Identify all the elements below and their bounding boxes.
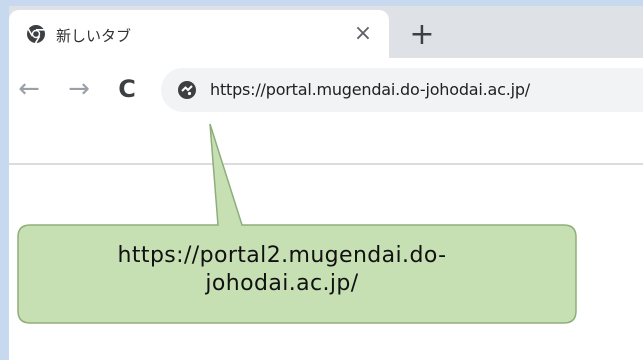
tab-new-tab[interactable]: 新しいタブ × [9, 10, 389, 58]
tab-close-button[interactable]: × [350, 20, 376, 46]
tab-strip: 新しいタブ × + [9, 6, 643, 58]
site-info-icon[interactable] [177, 80, 197, 100]
address-bar[interactable]: https://portal.mugendai.do-johodai.ac.jp… [161, 68, 643, 112]
chrome-icon [27, 25, 45, 44]
reload-button[interactable]: C [112, 74, 142, 104]
callout-line-2: johodai.ac.jp/ [205, 271, 359, 296]
forward-button[interactable]: → [64, 74, 94, 104]
url-text: https://portal.mugendai.do-johodai.ac.jp… [210, 80, 530, 99]
back-button[interactable]: ← [14, 74, 44, 104]
callout-line-1: https://portal2.mugendai.do- [117, 243, 447, 268]
browser-toolbar: ← → C https://portal.mugendai.do-johodai… [9, 58, 643, 120]
browser-window: 新しいタブ × + ← → C https://portal.mugendai.… [9, 6, 643, 360]
callout-text: https://portal2.mugendai.do- johodai.ac.… [52, 242, 512, 298]
new-tab-button[interactable]: + [406, 19, 438, 51]
tab-title: 新しいタブ [56, 27, 132, 45]
